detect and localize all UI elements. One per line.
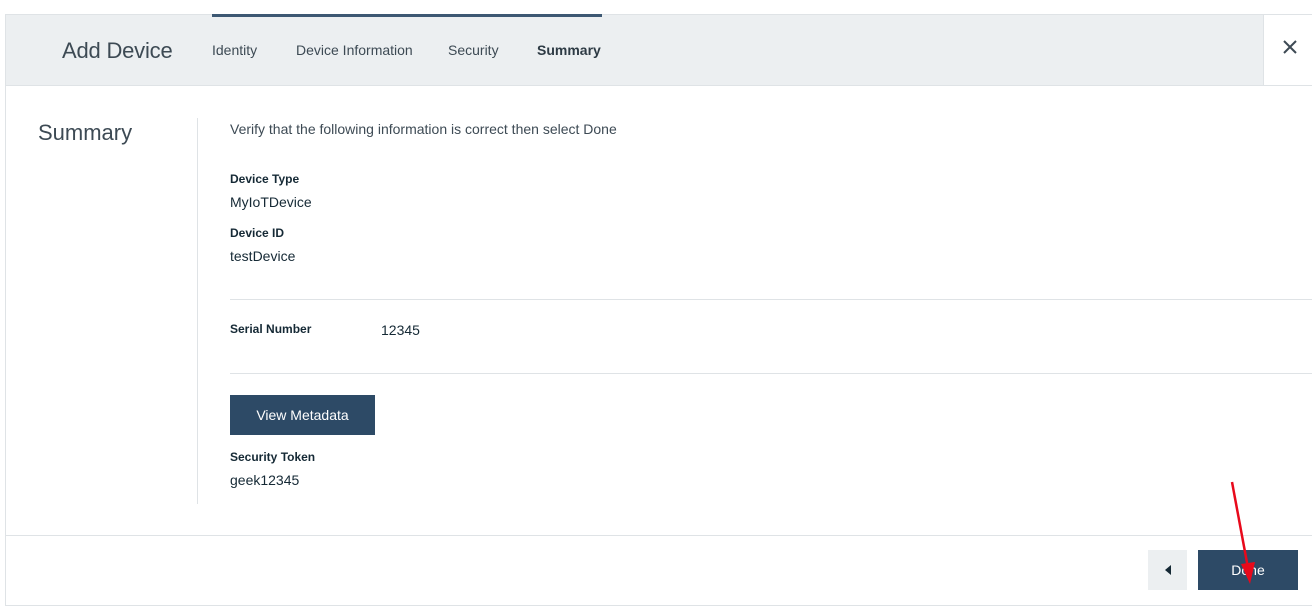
divider	[230, 299, 1312, 300]
view-metadata-button[interactable]: View Metadata	[230, 395, 375, 435]
tab-progress-indicator	[212, 14, 602, 17]
close-button[interactable]	[1263, 15, 1312, 85]
device-id-label: Device ID	[230, 226, 285, 240]
add-device-dialog: Add Device Identity Device Information S…	[5, 14, 1312, 606]
annotation-arrow-icon	[1230, 481, 1255, 584]
close-icon[interactable]	[1280, 37, 1300, 57]
back-button[interactable]	[1148, 550, 1187, 590]
device-id-value: testDevice	[230, 248, 296, 264]
device-type-value: MyIoTDevice	[230, 194, 312, 210]
tab-security[interactable]: Security	[448, 42, 499, 58]
tab-summary[interactable]: Summary	[537, 42, 601, 58]
serial-number-value: 12345	[381, 322, 420, 338]
security-token-label: Security Token	[230, 450, 316, 464]
dialog-header: Add Device Identity Device Information S…	[6, 14, 1312, 86]
vertical-divider	[197, 118, 198, 504]
caret-left-icon	[1164, 565, 1171, 575]
tab-device-information[interactable]: Device Information	[296, 42, 413, 58]
summary-instructions: Verify that the following information is…	[230, 121, 617, 137]
tab-identity[interactable]: Identity	[212, 42, 257, 58]
serial-number-label: Serial Number	[230, 322, 312, 336]
section-title: Summary	[38, 120, 133, 145]
dialog-title: Add Device	[62, 38, 173, 63]
device-type-label: Device Type	[230, 172, 300, 186]
footer-divider	[6, 535, 1312, 536]
divider	[230, 373, 1312, 374]
security-token-value: geek12345	[230, 472, 300, 488]
